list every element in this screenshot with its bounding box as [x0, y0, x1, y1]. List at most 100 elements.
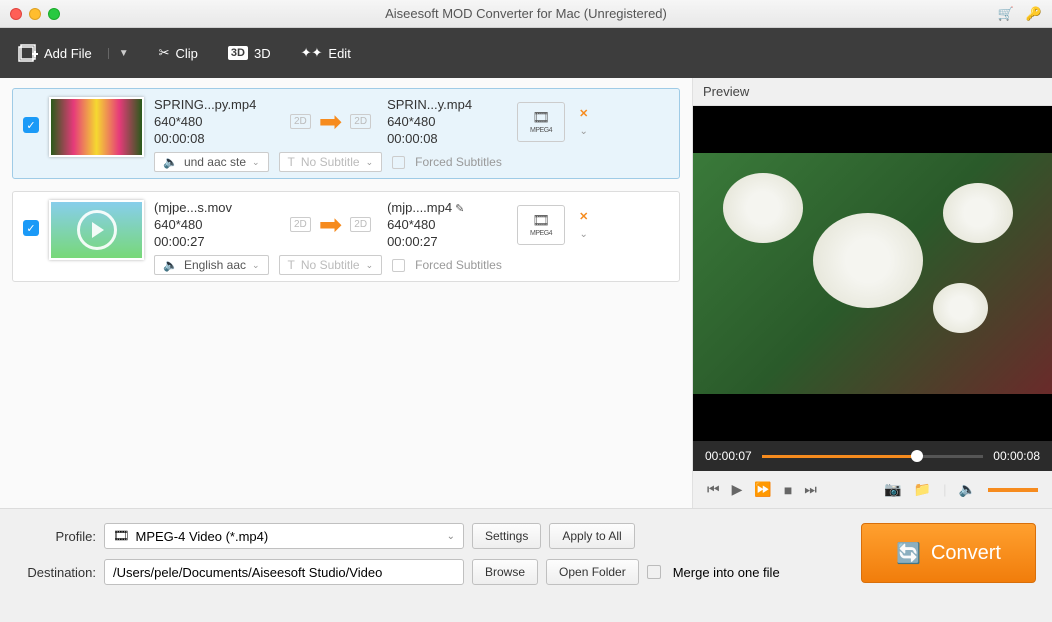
zoom-window-button[interactable] — [48, 8, 60, 20]
target-filename: (mjp....mp4 — [387, 200, 452, 215]
chevron-down-icon: ⌄ — [366, 157, 374, 168]
clip-label: Clip — [176, 46, 198, 61]
file-row[interactable]: ✓ (mjpe...s.mov 640*480 00:00:27 2D ➡ 2D — [12, 191, 680, 282]
film-icon: 🎞 — [532, 212, 550, 229]
forced-subtitles-checkbox[interactable] — [392, 259, 405, 272]
audio-track-value: und aac ste — [184, 155, 246, 169]
prev-button[interactable]: ⏮ — [707, 481, 720, 498]
source-duration: 00:00:08 — [154, 131, 274, 146]
file-row[interactable]: ✓ SPRING...py.mp4 640*480 00:00:08 2D ➡ … — [12, 88, 680, 179]
remove-row-button[interactable]: ✕ — [579, 210, 588, 223]
edit-filename-button[interactable]: ✎ — [455, 203, 464, 215]
target-2d-badge: 2D — [350, 217, 371, 232]
row-checkbox[interactable]: ✓ — [23, 117, 39, 133]
add-file-button[interactable]: Add File ▼ — [18, 44, 129, 62]
play-button[interactable]: ▶ — [732, 481, 743, 498]
bottom-panel: Profile: 🎞 MPEG-4 Video (*.mp4) ⌄ Setting… — [0, 508, 1052, 622]
speaker-icon: 🔈 — [163, 258, 178, 272]
stop-button[interactable]: ■ — [784, 482, 792, 498]
open-folder-button[interactable]: Open Folder — [546, 559, 639, 585]
settings-button[interactable]: Settings — [472, 523, 541, 549]
minimize-window-button[interactable] — [29, 8, 41, 20]
window-title: Aiseesoft MOD Converter for Mac (Unregis… — [385, 6, 667, 21]
edit-button[interactable]: ✦✦ Edit — [301, 45, 351, 61]
forced-subtitles-label: Forced Subtitles — [415, 155, 502, 169]
source-filename: SPRING...py.mp4 — [154, 97, 274, 112]
chevron-down-icon: ⌄ — [447, 531, 455, 542]
add-file-label: Add File — [44, 46, 92, 61]
source-2d-badge: 2D — [290, 217, 311, 232]
profile-dropdown[interactable]: 🎞 MPEG-4 Video (*.mp4) ⌄ — [104, 523, 464, 549]
preview-label: Preview — [693, 78, 1052, 106]
subtitle-value: No Subtitle — [301, 155, 360, 169]
speaker-icon: 🔈 — [163, 155, 178, 169]
player-controls: ⏮ ▶ ⏩ ■ ⏭ 📷 📁 | 🔈 — [693, 471, 1052, 508]
convert-button[interactable]: 🔄 Convert — [861, 523, 1036, 583]
subtitle-icon: T — [288, 155, 295, 169]
apply-to-all-button[interactable]: Apply to All — [549, 523, 634, 549]
snapshot-button[interactable]: 📷 — [884, 481, 901, 498]
toolbar: Add File ▼ ✂ Clip 3D 3D ✦✦ Edit — [0, 28, 1052, 78]
forced-subtitles-checkbox[interactable] — [392, 156, 405, 169]
forced-subtitles-label: Forced Subtitles — [415, 258, 502, 272]
preview-video[interactable] — [693, 106, 1052, 441]
subtitle-value: No Subtitle — [301, 258, 360, 272]
arrow-icon: ➡ — [319, 105, 342, 138]
scissors-icon: ✂ — [159, 45, 170, 61]
target-duration: 00:00:08 — [387, 131, 507, 146]
output-format-button[interactable]: 🎞MPEG4 — [517, 102, 565, 142]
file-list: ✓ SPRING...py.mp4 640*480 00:00:08 2D ➡ … — [0, 78, 692, 508]
source-duration: 00:00:27 — [154, 234, 274, 249]
expand-row-button[interactable]: ⌄ — [579, 126, 587, 137]
subtitle-dropdown[interactable]: T No Subtitle ⌄ — [279, 152, 383, 172]
next-button[interactable]: ⏭ — [804, 481, 817, 498]
convert-icon: 🔄 — [896, 541, 921, 566]
destination-input[interactable]: /Users/pele/Documents/Aiseesoft Studio/V… — [104, 559, 464, 585]
fast-forward-button[interactable]: ⏩ — [754, 481, 771, 498]
destination-label: Destination: — [16, 565, 96, 580]
close-window-button[interactable] — [10, 8, 22, 20]
3d-label: 3D — [254, 46, 271, 61]
magic-wand-icon: ✦✦ — [301, 45, 323, 61]
output-format-button[interactable]: 🎞MPEG4 — [517, 205, 565, 245]
traffic-lights — [10, 8, 60, 20]
open-snapshot-folder-button[interactable]: 📁 — [914, 481, 931, 498]
key-icon[interactable]: 🔑 — [1026, 6, 1042, 22]
profile-label: Profile: — [16, 529, 96, 544]
video-thumbnail[interactable] — [49, 97, 144, 157]
chevron-down-icon: ⌄ — [252, 260, 260, 271]
source-resolution: 640*480 — [154, 217, 274, 232]
film-icon: 🎞 — [532, 109, 550, 126]
destination-value: /Users/pele/Documents/Aiseesoft Studio/V… — [113, 565, 382, 580]
cart-icon[interactable]: 🛒 — [998, 6, 1014, 22]
audio-track-dropdown[interactable]: 🔈 und aac ste ⌄ — [154, 152, 269, 172]
3d-button[interactable]: 3D 3D — [228, 46, 271, 61]
audio-track-dropdown[interactable]: 🔈 English aac ⌄ — [154, 255, 269, 275]
chevron-down-icon: ⌄ — [252, 157, 260, 168]
target-resolution: 640*480 — [387, 217, 507, 232]
remove-row-button[interactable]: ✕ — [579, 107, 588, 120]
row-checkbox[interactable]: ✓ — [23, 220, 39, 236]
audio-track-value: English aac — [184, 258, 246, 272]
volume-slider[interactable] — [988, 488, 1038, 492]
play-overlay-icon — [77, 210, 117, 250]
edit-label: Edit — [328, 46, 350, 61]
target-filename: SPRIN...y.mp4 — [387, 97, 507, 112]
clip-button[interactable]: ✂ Clip — [159, 45, 198, 61]
progress-slider[interactable] — [762, 455, 984, 458]
source-resolution: 640*480 — [154, 114, 274, 129]
profile-value: MPEG-4 Video (*.mp4) — [136, 529, 269, 544]
subtitle-dropdown[interactable]: T No Subtitle ⌄ — [279, 255, 383, 275]
expand-row-button[interactable]: ⌄ — [579, 229, 587, 240]
video-thumbnail[interactable] — [49, 200, 144, 260]
total-time: 00:00:08 — [993, 449, 1040, 463]
target-2d-badge: 2D — [350, 114, 371, 129]
arrow-icon: ➡ — [319, 208, 342, 241]
add-file-dropdown[interactable]: ▼ — [108, 48, 129, 59]
volume-icon[interactable]: 🔈 — [959, 481, 976, 498]
browse-button[interactable]: Browse — [472, 559, 538, 585]
source-filename: (mjpe...s.mov — [154, 200, 274, 215]
film-icon: 🎞 — [113, 528, 130, 544]
merge-checkbox[interactable] — [647, 565, 661, 579]
time-bar: 00:00:07 00:00:08 — [693, 441, 1052, 471]
